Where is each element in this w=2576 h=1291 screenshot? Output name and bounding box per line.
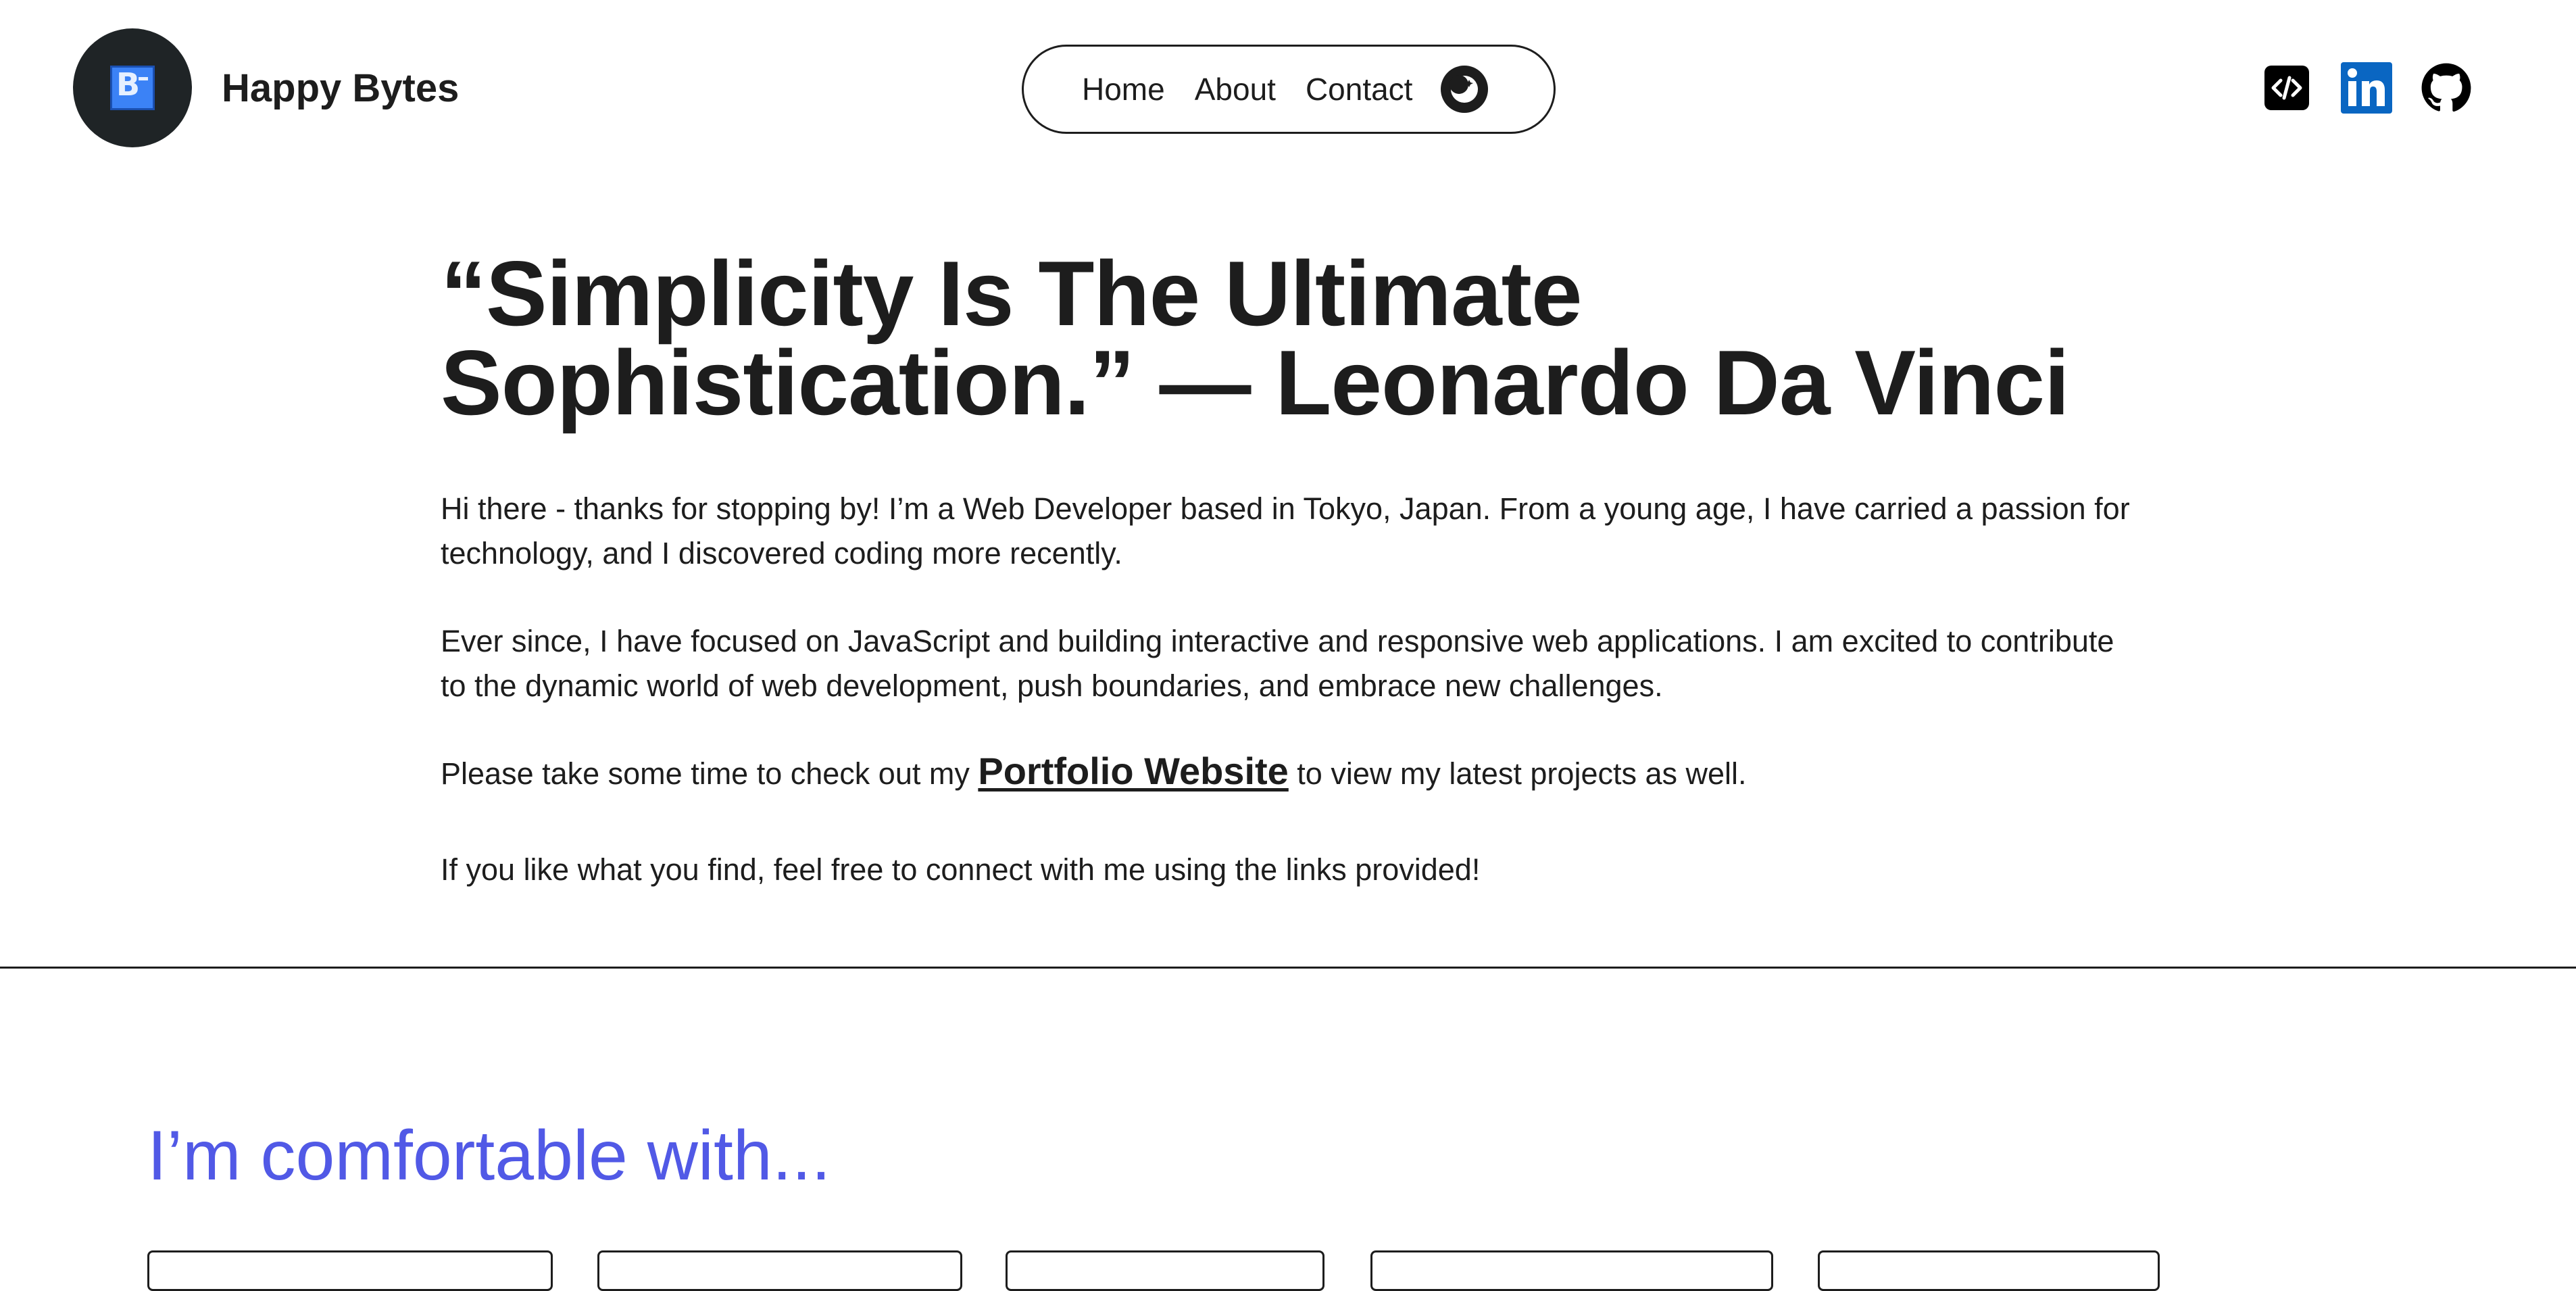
portfolio-website-link[interactable]: Portfolio Website (978, 750, 1288, 792)
skill-card (1006, 1250, 1324, 1291)
hero-section: “Simplicity Is The Ultimate Sophisticati… (441, 247, 2211, 887)
hero-quote-line2: Sophistication.” — Leonardo Da Vinci (441, 331, 2070, 434)
focus-paragraph: Ever since, I have focused on JavaScript… (441, 624, 2114, 703)
skill-card (147, 1250, 553, 1291)
linkedin-icon (2341, 62, 2392, 114)
brand-logo-letter: B (116, 66, 141, 103)
portfolio-text-before: Please take some time to check out my (441, 756, 979, 791)
hero-quote-line1: “Simplicity Is The Ultimate (441, 242, 1583, 345)
section-divider (0, 967, 2576, 969)
nav-link-about[interactable]: About (1195, 70, 1276, 108)
moon-icon (1450, 75, 1479, 103)
github-icon (2421, 63, 2471, 112)
intro-paragraph: Hi there - thanks for stopping by! I’m a… (441, 491, 2130, 570)
portfolio-paragraph: Please take some time to check out my Po… (441, 749, 2144, 796)
brand-name[interactable]: Happy Bytes (222, 65, 459, 112)
dev-icon (2264, 66, 2309, 110)
site-header: B Happy Bytes Home About Contact (0, 0, 2576, 179)
brand-logo-icon: B (110, 66, 155, 110)
theme-toggle-button[interactable] (1441, 66, 1489, 113)
github-link[interactable] (2421, 62, 2472, 114)
main-nav: Home About Contact (1022, 45, 1556, 134)
skill-card (1370, 1250, 1773, 1291)
dev-link[interactable] (2261, 62, 2312, 114)
hero-quote: “Simplicity Is The Ultimate Sophisticati… (441, 247, 2211, 429)
linkedin-link[interactable] (2341, 62, 2392, 114)
portfolio-text-after: to view my latest projects as well. (1288, 756, 1747, 791)
skill-card (1818, 1250, 2160, 1291)
nav-link-home[interactable]: Home (1082, 70, 1165, 108)
skills-heading: I’m comfortable with... (147, 1117, 831, 1195)
brand-avatar[interactable]: B (73, 28, 192, 147)
connect-paragraph: If you like what you find, feel free to … (441, 852, 1481, 887)
nav-link-contact[interactable]: Contact (1306, 70, 1413, 108)
skill-card (597, 1250, 962, 1291)
